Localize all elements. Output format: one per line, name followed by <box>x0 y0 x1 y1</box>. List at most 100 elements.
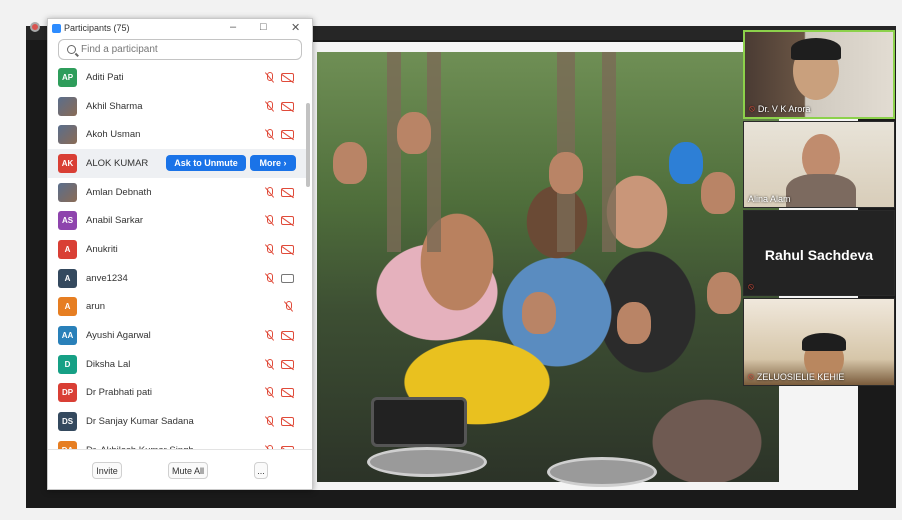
cooking-pot <box>367 447 487 477</box>
participant-row[interactable]: D Diksha Lal <box>48 350 310 379</box>
mic-muted-icon: ⦸ <box>748 371 754 381</box>
participant-row[interactable]: AP Aditi Pati <box>48 63 310 92</box>
avatar: DP <box>58 383 77 403</box>
mic-muted-icon <box>264 186 275 198</box>
mic-muted-icon: ⦸ <box>748 281 754 291</box>
ask-to-unmute-button[interactable]: Ask to Unmute <box>166 155 246 172</box>
participant-row[interactable]: Amlan Debnath <box>48 178 310 207</box>
participant-name: ALOK KUMAR <box>86 157 149 169</box>
search-icon <box>67 45 76 54</box>
minimize-icon[interactable]: – <box>230 21 236 33</box>
video-tile[interactable]: ⦸ ZELUOSIELIE KEHIE <box>743 298 895 386</box>
participant-status-icons: Ask to Unmute More › <box>166 155 296 172</box>
close-icon[interactable]: ✕ <box>291 21 300 34</box>
participant-row[interactable]: AA Ayushi Agarwal <box>48 321 310 350</box>
maximize-icon[interactable]: □ <box>260 21 267 33</box>
zoom-app-icon <box>30 22 40 32</box>
participant-status-icons <box>283 301 294 312</box>
participants-footer: Invite Mute All ... <box>48 449 312 489</box>
video-tile[interactable]: Alina Alam <box>743 121 895 208</box>
participant-row[interactable]: Aarun <box>48 293 310 322</box>
invite-button[interactable]: Invite <box>92 462 122 479</box>
participants-panel: Participants (75) – □ ✕ Find a participa… <box>47 18 313 490</box>
avatar <box>58 182 77 202</box>
tree-trunk <box>602 52 616 252</box>
raised-hand <box>617 302 651 344</box>
participant-row[interactable]: DADr. Akhilesh Kumar Singh <box>48 436 310 449</box>
more-options-button[interactable]: ... <box>254 462 268 479</box>
scrollbar[interactable] <box>306 103 310 187</box>
participant-row[interactable]: Akhil Sharma <box>48 92 310 121</box>
participant-name: Anukriti <box>86 243 118 255</box>
raised-hand <box>707 272 741 314</box>
participant-row[interactable]: Aanve1234 <box>48 264 310 293</box>
participant-name: Amlan Debnath <box>86 186 152 198</box>
participant-row[interactable]: DS Dr Sanjay Kumar Sadana <box>48 407 310 436</box>
participant-row[interactable]: Akoh Usman <box>48 120 310 149</box>
participant-status-icons <box>264 186 294 198</box>
participant-row[interactable]: A Anukriti <box>48 235 310 264</box>
participant-status-icons <box>264 129 294 140</box>
tree-trunk <box>427 52 441 252</box>
participant-status-icons <box>264 272 294 284</box>
mic-muted-icon <box>264 71 275 83</box>
avatar: DS <box>58 412 77 432</box>
mic-muted-icon <box>264 129 275 140</box>
avatar: AK <box>58 153 77 173</box>
raised-hand <box>549 152 583 194</box>
participant-status-icons <box>264 358 294 370</box>
video-tile-active-speaker[interactable]: ⦸ Dr. V K Arora <box>743 30 895 119</box>
participant-name: Dr Sanjay Kumar Sadana <box>86 416 194 428</box>
participant-name: Akoh Usman <box>86 129 141 141</box>
video-off-icon <box>281 331 294 341</box>
zoom-logo-icon <box>52 23 61 33</box>
mic-muted-icon <box>264 330 275 341</box>
participant-name: Akhil Sharma <box>86 100 143 112</box>
video-tile-name: Alina Alam <box>748 194 791 204</box>
participant-row[interactable]: DP Dr Prabhati pati <box>48 379 310 408</box>
search-participant-input[interactable]: Find a participant <box>58 39 302 60</box>
participant-status-icons <box>264 243 294 255</box>
participant-name: Anabil Sarkar <box>86 215 144 227</box>
participant-status-icons <box>264 100 294 112</box>
cooking-pot <box>547 457 657 487</box>
avatar <box>58 96 77 116</box>
mic-muted-icon <box>264 416 275 427</box>
raised-hand <box>701 172 735 214</box>
avatar: D <box>58 354 77 374</box>
avatar: A <box>58 239 77 259</box>
participants-titlebar: Participants (75) <box>48 19 312 37</box>
avatar: AA <box>58 326 77 346</box>
participant-name: Dr Prabhati pati <box>86 387 153 399</box>
video-tile-name: ⦸ ZELUOSIELIE KEHIE <box>748 371 845 382</box>
video-off-icon <box>281 388 294 398</box>
more-button[interactable]: More › <box>250 155 296 172</box>
participant-row[interactable]: AK ALOK KUMAR Ask to Unmute More › <box>48 149 310 178</box>
mic-muted-icon <box>264 358 275 370</box>
raised-hand <box>397 112 431 154</box>
participant-name: Diksha Lal <box>86 358 131 370</box>
gloved-hand <box>669 142 703 184</box>
mic-muted-icon <box>264 215 275 226</box>
avatar <box>58 125 77 145</box>
participant-list[interactable]: AP Aditi Pati Akhil Sharma Akoh Usman AK ALOK… <box>48 63 310 449</box>
participant-name: Ayushi Agarwal <box>86 330 151 342</box>
participant-status-icons <box>264 416 294 427</box>
raised-hand <box>522 292 556 334</box>
participant-row[interactable]: AS Anabil Sarkar <box>48 206 310 235</box>
video-tile-name: ⦸ Dr. V K Arora <box>749 103 811 114</box>
search-placeholder: Find a participant <box>81 44 158 55</box>
mic-muted-icon <box>264 272 275 284</box>
video-off-icon <box>281 101 294 111</box>
panel-title: Participants (75) <box>64 23 130 33</box>
tree-trunk <box>387 52 401 252</box>
video-tile-camera-off[interactable]: Rahul Sachdeva ⦸ <box>743 210 895 296</box>
participant-hair <box>791 38 841 60</box>
mic-muted-icon <box>283 301 294 312</box>
mic-muted-icon <box>264 243 275 255</box>
video-off-icon <box>281 130 294 140</box>
avatar: A <box>58 297 77 317</box>
video-tile-name: ⦸ <box>748 281 754 292</box>
mute-all-button[interactable]: Mute All <box>168 462 208 479</box>
participant-status-icons <box>264 215 294 226</box>
